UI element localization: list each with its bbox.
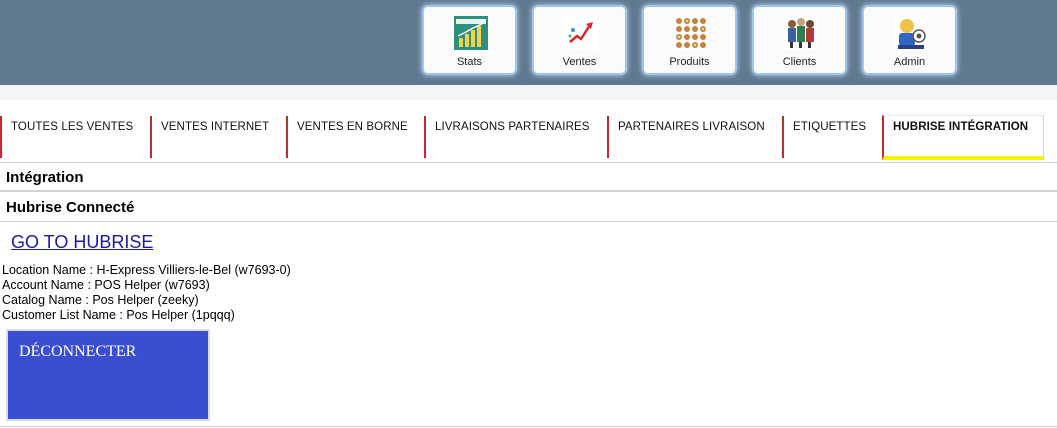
tab-ventes-internet[interactable]: VENTES INTERNET	[150, 116, 286, 158]
top-header: Stats Ventes Produits Clients Admin	[0, 0, 1057, 85]
module-label-ventes: Ventes	[562, 56, 597, 68]
module-button-clients[interactable]: Clients	[752, 5, 847, 75]
section-title-hubrise-connected: Hubrise Connecté	[0, 193, 1057, 222]
module-button-stats[interactable]: Stats	[422, 5, 517, 75]
module-label-admin: Admin	[893, 56, 926, 68]
tab-etiquettes[interactable]: ETIQUETTES	[782, 116, 882, 158]
module-label-clients: Clients	[782, 56, 817, 68]
admin-user-icon	[894, 16, 928, 50]
products-grid-icon	[674, 16, 708, 50]
module-button-ventes[interactable]: Ventes	[532, 5, 627, 75]
tab-hubrise-integration[interactable]: HUBRISE INTÉGRATION	[882, 115, 1044, 160]
tab-livraisons-partenaires[interactable]: LIVRAISONS PARTENAIRES	[424, 116, 607, 158]
hubrise-account-info: Location Name : H-Express Villiers-le-Be…	[2, 263, 291, 323]
section-title-integration: Intégration	[0, 163, 1057, 192]
header-separator	[0, 85, 1057, 100]
tab-ventes-en-borne[interactable]: VENTES EN BORNE	[286, 116, 424, 158]
go-to-hubrise-link[interactable]: GO TO HUBRISE	[11, 232, 153, 253]
sales-tabs: TOUTES LES VENTES VENTES INTERNET VENTES…	[0, 100, 1057, 163]
module-button-admin[interactable]: Admin	[862, 5, 957, 75]
module-label-produits: Produits	[669, 56, 710, 68]
catalog-name: Catalog Name : Pos Helper (zeeky)	[2, 293, 199, 307]
module-label-stats: Stats	[456, 56, 483, 68]
location-name: Location Name : H-Express Villiers-le-Be…	[2, 263, 291, 277]
content-bottom-divider	[0, 426, 1057, 427]
stats-chart-icon	[454, 16, 488, 50]
account-name: Account Name : POS Helper (w7693)	[2, 278, 210, 292]
module-button-produits[interactable]: Produits	[642, 5, 737, 75]
tab-partenaires-livraison[interactable]: PARTENAIRES LIVRAISON	[607, 116, 782, 158]
clients-group-icon	[784, 16, 818, 50]
sales-trend-icon	[564, 16, 598, 50]
disconnect-button[interactable]: DÉCONNECTER	[6, 329, 210, 421]
customer-list-name: Customer List Name : Pos Helper (1pqqq)	[2, 308, 235, 322]
tab-toutes-les-ventes[interactable]: TOUTES LES VENTES	[0, 116, 150, 158]
